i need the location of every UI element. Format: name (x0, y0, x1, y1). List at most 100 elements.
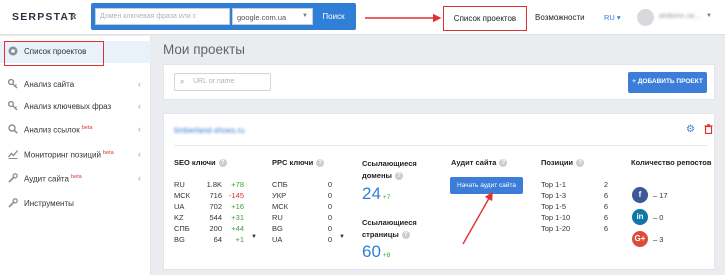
chevron-left-icon: ‹ (138, 79, 141, 89)
project-domain[interactable]: timberland-shoes.ru (174, 126, 245, 135)
serpstat-logo[interactable]: SERPSTAT (12, 11, 76, 23)
seo-db: СПБ (174, 224, 190, 233)
ppc-db: UA (272, 235, 283, 244)
sidebar-item-label: Анализ ключевых фраз (24, 102, 112, 111)
positions-value[interactable]: 6 (581, 191, 608, 200)
key-icon (7, 78, 18, 89)
help-icon[interactable]: ? (401, 231, 410, 240)
help-icon[interactable]: ? (218, 159, 227, 168)
chevron-left-icon: ‹ (138, 124, 141, 134)
project-card: timberland-shoes.ru ⚙ SEO ключи? RU 1.8K… (163, 113, 715, 270)
start-audit-button[interactable]: Начать аудит сайта (450, 177, 523, 194)
user-menu-chevron-icon[interactable]: ▼ (706, 13, 712, 19)
seo-keys-title: SEO ключи (174, 158, 216, 167)
gear-icon[interactable]: ⚙ (686, 124, 695, 135)
positions-label: Top 1-10 (541, 213, 571, 222)
seo-value[interactable]: 716 (190, 191, 222, 200)
project-search-input[interactable]: ⌕ URL or name (174, 73, 271, 91)
ref-domains-number: 24 (362, 184, 381, 203)
ppc-db: МСК (272, 202, 289, 211)
seo-value[interactable]: 544 (190, 213, 222, 222)
ref-pages-value[interactable]: 60 +8 (362, 242, 390, 262)
chevron-left-icon: ‹ (138, 173, 141, 183)
beta-badge: beta (81, 125, 93, 131)
seo-delta: -145 (228, 191, 244, 200)
help-icon[interactable]: ? (576, 159, 585, 168)
avatar[interactable] (637, 9, 654, 26)
seo-db: UA (174, 202, 185, 211)
positions-header: Позиции? (541, 158, 585, 168)
social-network-icon[interactable]: in (632, 209, 648, 225)
collapse-sidebar-icon[interactable]: « (70, 9, 77, 23)
sidebar-item-label: Инструменты (24, 199, 74, 208)
audit-header: Аудит сайта? (451, 158, 508, 168)
sidebar-item-label: Анализ ссылок beta (24, 125, 92, 135)
positions-value[interactable]: 2 (581, 180, 608, 189)
help-icon[interactable]: ? (316, 159, 325, 168)
user-name[interactable]: ahillemc.ne... (659, 13, 700, 20)
ref-domains-title: Ссылающиеся (362, 159, 417, 168)
seo-value[interactable]: 64 (190, 235, 222, 244)
sidebar-item-site-analysis[interactable]: Анализ сайта ‹ (0, 74, 151, 96)
audit-title: Аудит сайта (451, 158, 497, 167)
seo-db: BG (174, 235, 185, 244)
ppc-value[interactable]: 0 (302, 235, 332, 244)
social-network-icon[interactable]: G+ (632, 231, 648, 247)
positions-value[interactable]: 6 (581, 202, 608, 211)
project-search-placeholder: URL or name (193, 78, 235, 85)
seo-value[interactable]: 200 (190, 224, 222, 233)
project-search-bar: ⌕ URL or name + ДОБАВИТЬ ПРОЕКТ (163, 64, 715, 100)
help-icon[interactable]: ? (394, 172, 403, 181)
database-value: google.com.ua (237, 13, 287, 22)
database-select[interactable]: google.com.ua ▼ (232, 8, 313, 25)
seo-value[interactable]: 702 (190, 202, 222, 211)
seo-delta: +44 (231, 224, 244, 233)
search-input[interactable]: Домен ключевая фраза или с (95, 8, 230, 25)
ref-domains-value[interactable]: 24 +7 (362, 184, 390, 204)
ppc-value[interactable]: 0 (302, 191, 332, 200)
positions-label: Top 1-5 (541, 202, 567, 211)
language-select[interactable]: RU ▾ (604, 13, 621, 22)
positions-label: Top 1-20 (541, 224, 571, 233)
ref-domains-title2: домены (362, 171, 392, 180)
sidebar-item-keyword-analysis[interactable]: Анализ ключевых фраз ‹ (0, 96, 151, 118)
positions-label: Top 1-1 (541, 180, 567, 189)
help-icon[interactable]: ? (499, 159, 508, 168)
nav-projects-list[interactable]: Список проектов (443, 6, 527, 31)
nav-features[interactable]: Возможности (535, 13, 585, 22)
ppc-keys-header: PPC ключи? (272, 158, 325, 168)
sidebar-item-label: Анализ сайта (24, 80, 75, 89)
trash-icon[interactable] (704, 124, 713, 137)
sidebar-item-position-monitoring[interactable]: Мониторинг позиций beta ‹ (0, 144, 151, 166)
ref-pages-number: 60 (362, 242, 381, 261)
sidebar-item-tools[interactable]: Инструменты (0, 193, 151, 215)
ppc-value[interactable]: 0 (302, 213, 332, 222)
chevron-down-icon: ▼ (302, 13, 308, 19)
search-icon (8, 124, 18, 134)
ppc-db: BG (272, 224, 283, 233)
positions-value[interactable]: 6 (581, 224, 608, 233)
chevron-down-icon[interactable]: ▼ (251, 234, 257, 240)
ppc-keys-title: PPC ключи (272, 158, 314, 167)
add-project-button[interactable]: + ДОБАВИТЬ ПРОЕКТ (628, 72, 707, 93)
sidebar-item-link-analysis[interactable]: Анализ ссылок beta ‹ (0, 119, 151, 141)
sidebar-item-label: Мониторинг позиций beta (24, 150, 114, 160)
sidebar: Список проектов Анализ сайта ‹ Анализ кл… (0, 36, 151, 275)
top-bar: SERPSTAT « Домен ключевая фраза или с go… (0, 0, 725, 35)
ppc-value[interactable]: 0 (302, 202, 332, 211)
ppc-value[interactable]: 0 (302, 180, 332, 189)
seo-value[interactable]: 1.8K (190, 180, 222, 189)
sidebar-item-site-audit[interactable]: Аудит сайта beta ‹ (0, 168, 151, 190)
seo-db: RU (174, 180, 185, 189)
sidebar-item-text: Аудит сайта (24, 174, 69, 184)
social-network-icon[interactable]: f (632, 187, 648, 203)
reposts-header: Количество репостов (631, 158, 712, 167)
search-icon: ⌕ (180, 77, 185, 86)
positions-value[interactable]: 6 (581, 213, 608, 222)
ppc-value[interactable]: 0 (302, 224, 332, 233)
ref-pages-title2: страницы (362, 230, 399, 239)
ppc-db: УКР (272, 191, 287, 200)
search-button[interactable]: Поиск (315, 8, 352, 25)
chevron-down-icon[interactable]: ▼ (339, 234, 345, 240)
ref-domains-header: Ссылающиеся домены? (362, 158, 417, 182)
